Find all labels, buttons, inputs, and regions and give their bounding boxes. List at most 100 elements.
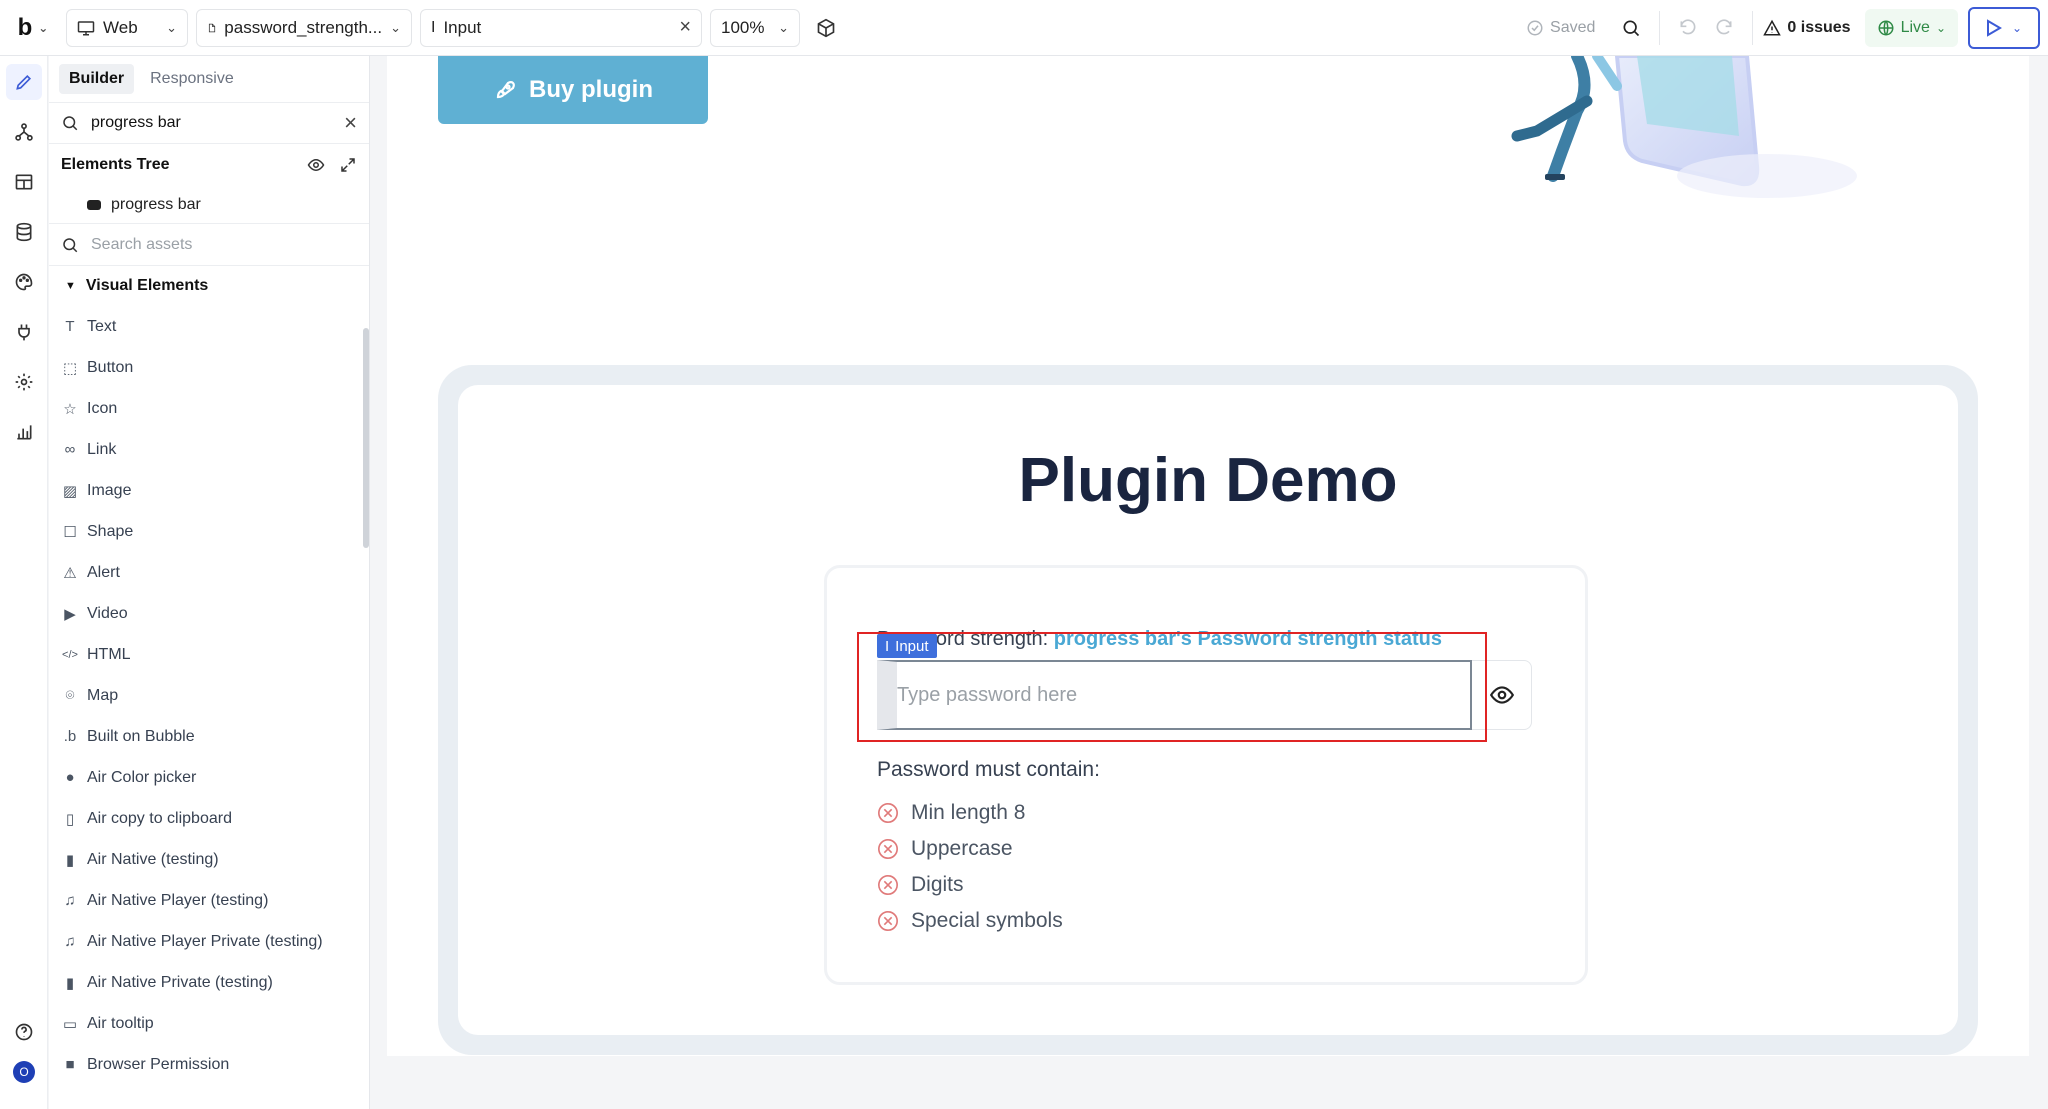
saved-label: Saved — [1550, 19, 1596, 36]
element-item-label: Video — [87, 604, 128, 622]
element-item[interactable]: ☐ Shape — [49, 511, 369, 552]
search-icon — [63, 237, 78, 252]
plugin-icon[interactable] — [6, 314, 42, 350]
page-label: password_strength... — [224, 17, 383, 37]
element-item[interactable]: ▭ Air tooltip — [49, 1003, 369, 1044]
elements-panel: Builder Responsive × Elements Tree progr… — [49, 56, 370, 1109]
alert-icon: ⚠ — [63, 564, 77, 582]
help-icon[interactable] — [6, 1014, 42, 1050]
element-item[interactable]: ♫ Air Native Player Private (testing) — [49, 921, 369, 962]
top-toolbar: b ⌄ Web ⌄ password_strength... ⌄ I Input… — [0, 0, 2048, 56]
chevron-down-icon: ⌄ — [38, 20, 49, 35]
element-item[interactable]: .b Built on Bubble — [49, 716, 369, 757]
monitor-icon — [77, 20, 95, 35]
undo-icon[interactable] — [1670, 10, 1706, 46]
image-icon: ▨ — [62, 482, 78, 500]
editor-canvas: Buy plugin Plugin Demo Password strength… — [371, 56, 2048, 1109]
tab-responsive[interactable]: Responsive — [140, 64, 244, 94]
strength-status-text: progress bar's Password strength status — [1053, 628, 1442, 650]
requirement-item: Min length 8 — [877, 798, 1025, 828]
button-icon: ⬚ — [62, 359, 78, 377]
clear-search-icon[interactable]: × — [344, 110, 357, 136]
element-item[interactable]: ▮ Air Native Private (testing) — [49, 962, 369, 1003]
element-item[interactable]: ▶ Video — [49, 593, 369, 634]
element-item-label: Image — [87, 481, 132, 499]
element-item-label: Air Native Player (testing) — [87, 891, 269, 909]
search-icon[interactable] — [1613, 10, 1649, 46]
music-icon: ♫ — [64, 933, 76, 950]
eye-icon[interactable] — [307, 156, 325, 174]
visual-elements-list: T Text ⬚ Button ☆ Icon ∞ Link ▨ Image ☐ Shape ⚠ Alert… — [49, 306, 369, 1085]
chevron-down-icon: ⌄ — [2011, 21, 2023, 35]
buy-plugin-button[interactable]: Buy plugin — [438, 56, 708, 124]
logs-chart-icon[interactable] — [6, 414, 42, 450]
music-icon: ♫ — [64, 892, 76, 909]
element-item[interactable]: </> HTML — [49, 634, 369, 675]
toggle-visibility-button[interactable] — [1472, 660, 1532, 730]
input-cursor-icon: I — [885, 637, 890, 655]
password-input[interactable] — [897, 662, 1470, 728]
element-item-label: Shape — [87, 522, 134, 540]
issues-button[interactable]: 0 issues — [1763, 19, 1851, 37]
element-item[interactable]: ■ Browser Permission — [49, 1044, 369, 1085]
avatar[interactable]: O — [13, 1061, 35, 1083]
live-selector[interactable]: Live ⌄ — [1864, 9, 1958, 47]
preview-button[interactable]: ⌄ — [1968, 7, 2040, 49]
settings-gear-icon[interactable] — [6, 364, 42, 400]
visual-elements-header[interactable]: ▼ Visual Elements — [49, 266, 369, 306]
close-icon[interactable]: × — [679, 16, 691, 39]
element-item[interactable]: ▨ Image — [49, 470, 369, 511]
workflow-tab-icon[interactable] — [6, 114, 42, 150]
element-item[interactable]: ♫ Air Native Player (testing) — [49, 880, 369, 921]
elements-tree-header: Elements Tree — [49, 144, 369, 186]
zoom-selector[interactable]: 100% ⌄ — [710, 8, 800, 47]
tree-item-label: progress bar — [111, 195, 201, 213]
requirement-item: Special symbols — [877, 906, 1063, 936]
caret-down-icon: ▼ — [65, 280, 76, 292]
element-search-input[interactable] — [91, 114, 333, 132]
palette-icon: ● — [65, 769, 75, 786]
element-item[interactable]: ⌾ Map — [49, 675, 369, 716]
element-item[interactable]: ▮ Air Native (testing) — [49, 839, 369, 880]
progress-bar-icon — [87, 199, 101, 210]
tree-item-progress-bar[interactable]: progress bar — [49, 186, 369, 224]
element-item[interactable]: T Text — [49, 306, 369, 347]
element-item[interactable]: ∞ Link — [49, 429, 369, 470]
device-selector[interactable]: Web ⌄ — [66, 8, 188, 47]
requirements-heading: Password must contain: — [877, 758, 1100, 781]
phone-icon: ▮ — [65, 851, 75, 869]
chevron-down-icon: ⌄ — [778, 19, 789, 35]
check-circle-icon — [1527, 20, 1543, 36]
x-circle-icon — [878, 839, 898, 859]
element-item[interactable]: ☆ Icon — [49, 388, 369, 429]
element-selector[interactable]: I Input × — [420, 8, 702, 47]
element-item[interactable]: ⬚ Button — [49, 347, 369, 388]
tab-builder[interactable]: Builder — [59, 64, 135, 94]
issues-label: 0 issues — [1787, 19, 1851, 36]
element-item[interactable]: ⚠ Alert — [49, 552, 369, 593]
password-strength-label: Password strength: progress bar's Passwo… — [877, 628, 1442, 651]
zoom-label: 100% — [721, 17, 765, 37]
asset-search — [49, 224, 369, 266]
device-label: Web — [103, 17, 138, 37]
page-preview: Buy plugin Plugin Demo Password strength… — [387, 56, 2029, 1056]
play-icon — [1986, 19, 2002, 37]
requirement-label: Uppercase — [911, 837, 1013, 860]
page-selector[interactable]: password_strength... ⌄ — [196, 8, 412, 47]
palette-icon[interactable] — [6, 264, 42, 300]
cube-icon[interactable] — [808, 10, 844, 46]
panel-scrollbar[interactable] — [363, 328, 369, 548]
element-item[interactable]: ● Air Color picker — [49, 757, 369, 798]
asset-search-input[interactable] — [91, 235, 357, 254]
database-icon[interactable] — [6, 214, 42, 250]
live-label: Live — [1900, 19, 1930, 36]
styles-layout-icon[interactable] — [6, 164, 42, 200]
bubble-logo-menu[interactable]: b ⌄ — [0, 0, 66, 56]
phone-icon: ▮ — [65, 974, 75, 992]
expand-icon[interactable] — [339, 156, 357, 174]
element-item[interactable]: ▯ Air copy to clipboard — [49, 798, 369, 839]
input-cursor-icon: I — [431, 18, 436, 36]
design-tab-pencil-icon[interactable] — [6, 64, 42, 100]
redo-icon[interactable] — [1706, 10, 1742, 46]
x-circle-icon — [878, 911, 898, 931]
